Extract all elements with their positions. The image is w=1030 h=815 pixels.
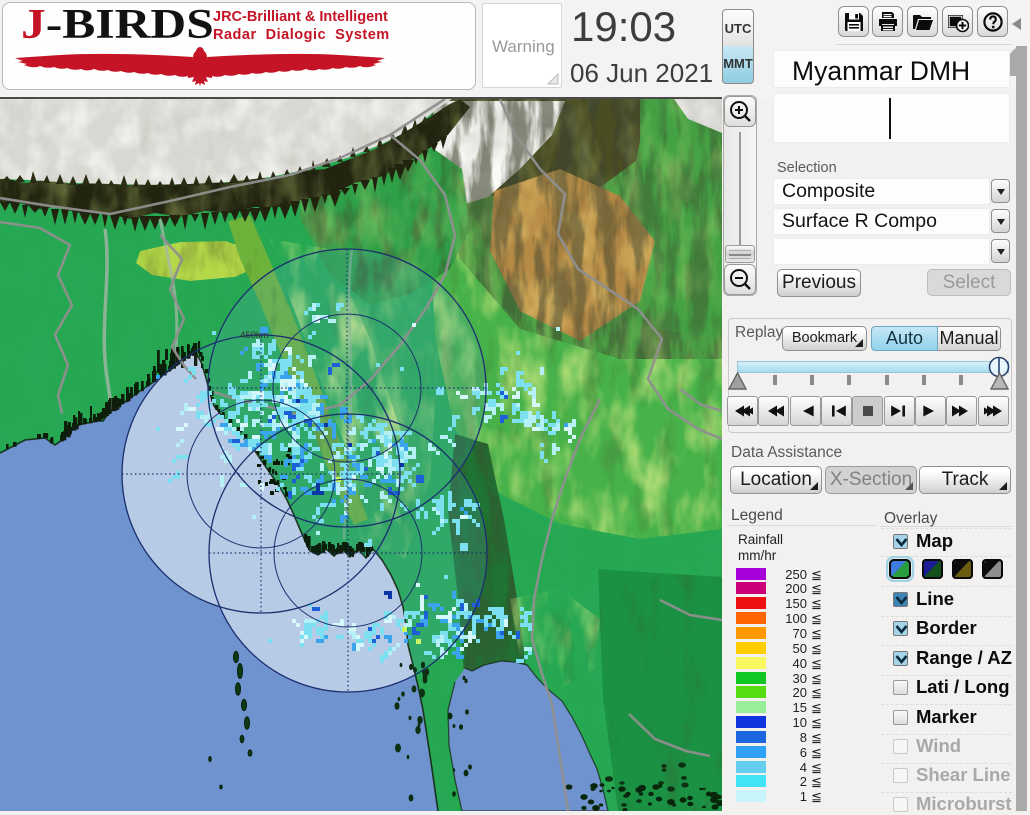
svg-text:450km: 450km (240, 330, 269, 341)
